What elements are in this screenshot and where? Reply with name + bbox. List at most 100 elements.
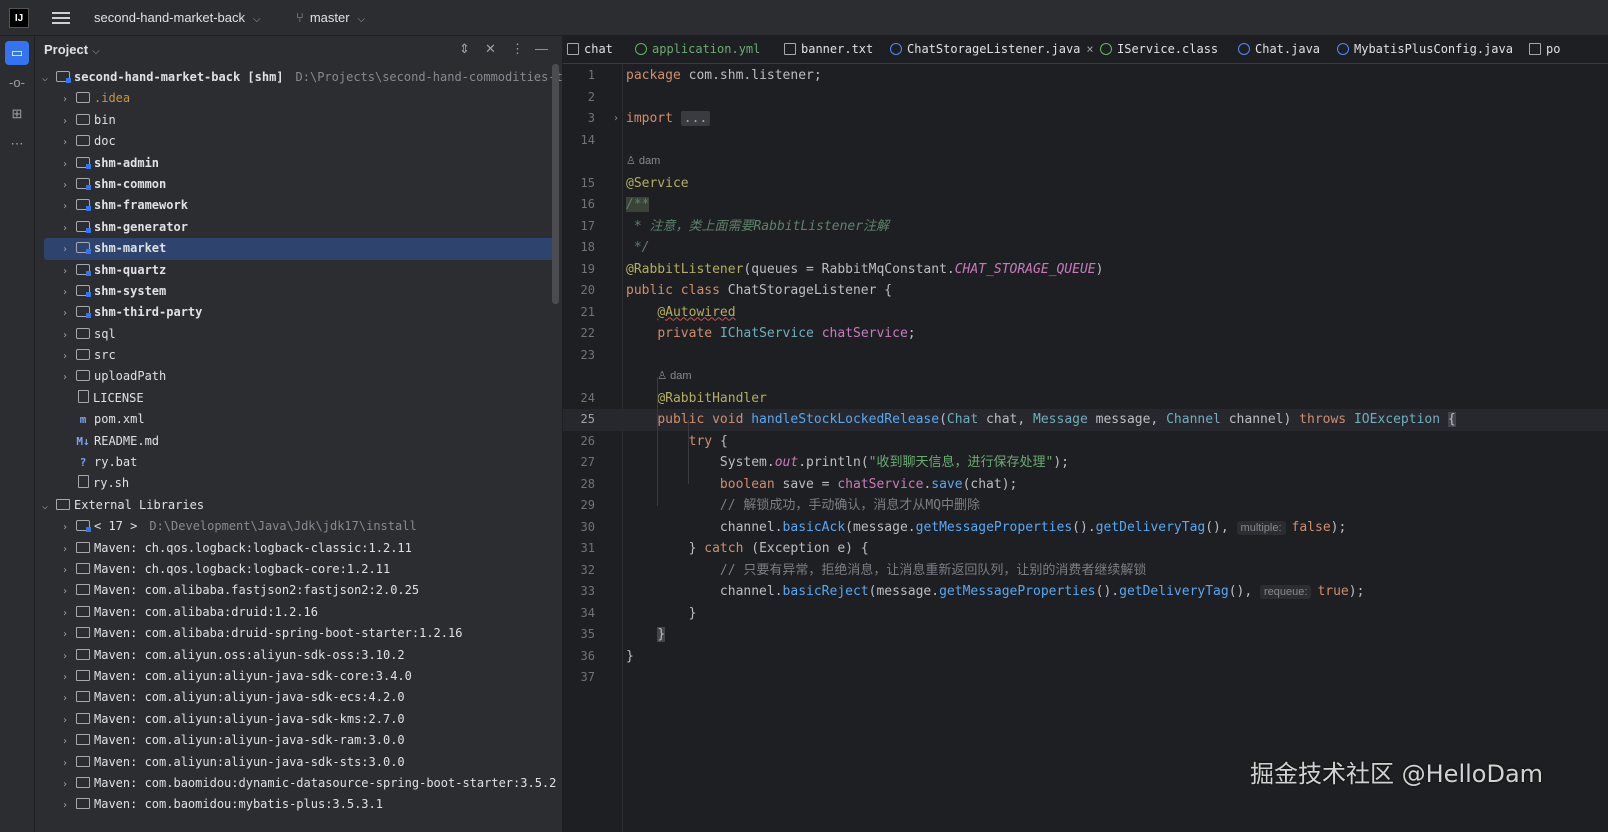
collapsed-chevron-icon[interactable]: › (58, 367, 72, 388)
tree-item-label: Maven: com.aliyun:aliyun-java-sdk-ecs:4.… (94, 690, 405, 705)
collapsed-chevron-icon[interactable]: › (58, 346, 72, 367)
editor-tab[interactable]: IService.class (1100, 36, 1218, 63)
collapsed-chevron-icon[interactable]: › (58, 581, 72, 602)
tree-item[interactable]: › Maven: com.baomidou:dynamic-datasource-… (35, 773, 556, 795)
close-tab-icon[interactable]: × (1086, 42, 1093, 56)
collapsed-chevron-icon[interactable]: › (58, 325, 72, 346)
expanded-chevron-icon[interactable]: ⌵ (38, 496, 52, 517)
tree-item[interactable]: › shm-market (44, 238, 555, 260)
editor-tab[interactable]: Chat.java (1238, 36, 1320, 63)
collapsed-chevron-icon[interactable]: › (58, 282, 72, 303)
expand-collapse-icon[interactable]: ⇕ (459, 41, 470, 57)
code-token: package (626, 68, 689, 83)
collapsed-chevron-icon[interactable]: › (58, 539, 72, 560)
tree-item[interactable]: › < 17 > D:\Development\Java\Jdk\jdk17\ins… (35, 516, 555, 537)
tree-item[interactable]: › Maven: ch.qos.logback:logback-core:1.2.… (35, 559, 555, 580)
editor-tab[interactable]: MybatisPlusConfig.java (1337, 36, 1513, 63)
editor-tab[interactable]: application.yml (635, 36, 760, 63)
editor-tab[interactable]: chat (567, 36, 613, 63)
collapsed-chevron-icon[interactable]: › (58, 624, 72, 645)
tree-item[interactable]: › Maven: com.aliyun:aliyun-java-sdk-ram:3… (35, 730, 555, 751)
project-view-selector[interactable]: Project ⌵ (44, 42, 100, 57)
structure-tool-icon[interactable]: ⊞ (5, 102, 29, 126)
code-token: public class (626, 283, 728, 298)
tree-item[interactable]: › Maven: com.alibaba.fastjson2:fastjson2:… (35, 580, 555, 601)
tree-item[interactable]: M↓ README.md (35, 431, 555, 452)
code-author-hint[interactable]: ♙ dam (657, 366, 691, 388)
collapse-all-icon[interactable]: ✕ (485, 41, 496, 57)
tree-item[interactable]: › Maven: ch.qos.logback:logback-classic:1… (35, 538, 555, 559)
tree-item[interactable]: LICENSE (35, 388, 555, 409)
more-tools-icon[interactable]: ⋯ (5, 132, 29, 156)
tree-item[interactable]: › Maven: com.aliyun.oss:aliyun-sdk-oss:3.… (35, 645, 555, 666)
code-token: (chat); (962, 476, 1018, 492)
tree-item[interactable]: › Maven: com.aliyun:aliyun-java-sdk-core:… (35, 666, 555, 687)
collapsed-chevron-icon[interactable]: › (58, 239, 72, 260)
tree-item[interactable]: › bin (35, 110, 555, 131)
tree-item[interactable]: › shm-system (35, 281, 555, 302)
collapsed-chevron-icon[interactable]: › (58, 218, 72, 239)
tree-item[interactable]: ⌵ External Libraries (35, 495, 555, 516)
project-name: second-hand-market-back (94, 10, 246, 25)
tree-item[interactable]: › sql (35, 324, 555, 345)
expanded-chevron-icon[interactable]: ⌵ (38, 68, 52, 89)
tree-item[interactable]: › src (35, 345, 555, 366)
tree-item[interactable]: › Maven: com.aliyun:aliyun-java-sdk-sts:3… (35, 752, 555, 773)
tree-item[interactable]: ? ry.bat (35, 452, 555, 473)
collapsed-chevron-icon[interactable]: › (58, 774, 72, 795)
collapsed-chevron-icon[interactable]: › (58, 196, 72, 217)
collapsed-chevron-icon[interactable]: › (58, 261, 72, 282)
tree-item[interactable]: › Maven: com.alibaba:druid:1.2.16 (35, 602, 555, 623)
collapsed-chevron-icon[interactable]: › (58, 795, 72, 816)
collapsed-chevron-icon[interactable]: › (58, 667, 72, 688)
editor-tab[interactable]: po (1529, 36, 1560, 63)
tree-item[interactable]: › uploadPath (35, 366, 555, 387)
tree-item[interactable]: › shm-quartz (35, 260, 555, 281)
collapsed-chevron-icon[interactable]: › (58, 154, 72, 175)
collapsed-chevron-icon[interactable]: › (58, 710, 72, 731)
tree-item[interactable]: › shm-framework (35, 195, 555, 216)
commit-tool-icon[interactable]: -o- (5, 71, 29, 95)
collapsed-chevron-icon[interactable]: › (58, 688, 72, 709)
hide-panel-icon[interactable]: — (535, 41, 548, 56)
collapsed-chevron-icon[interactable]: › (58, 132, 72, 153)
collapsed-chevron-icon[interactable]: › (58, 603, 72, 624)
tree-item[interactable]: › shm-admin (35, 153, 555, 174)
tree-item[interactable]: › Maven: com.aliyun:aliyun-java-sdk-ecs:4… (35, 687, 555, 708)
branch-switcher[interactable]: ⑂ master ⌵ (296, 10, 365, 25)
editor-tab[interactable]: ChatStorageListener.java × (890, 36, 1094, 63)
collapsed-chevron-icon[interactable]: › (58, 646, 72, 667)
collapsed-chevron-icon[interactable]: › (58, 89, 72, 110)
tree-item[interactable]: › Maven: com.baomidou:mybatis-plus:3.5.3.… (35, 794, 555, 815)
tree-item[interactable]: › .idea (35, 88, 555, 109)
tree-item[interactable]: › shm-generator (35, 217, 555, 238)
tree-item[interactable]: › Maven: com.aliyun:aliyun-java-sdk-kms:2… (35, 709, 555, 730)
code-text: @Autowired (626, 302, 735, 324)
code-author-hint[interactable]: ♙ dam (626, 151, 660, 173)
collapsed-chevron-icon[interactable]: › (58, 175, 72, 196)
tree-item[interactable]: › shm-third-party (35, 302, 555, 323)
editor-tab[interactable]: banner.txt (784, 36, 873, 63)
collapsed-chevron-icon[interactable]: › (58, 731, 72, 752)
tree-item[interactable]: › Maven: com.alibaba:druid-spring-boot-st… (35, 623, 555, 644)
tree-item[interactable]: › shm-common (35, 174, 555, 195)
code-editor[interactable]: 1 package com.shm.listener; 2 3 › import ... 1… (563, 64, 1608, 832)
hamburger-menu-icon[interactable] (52, 9, 70, 27)
collapsed-chevron-icon[interactable]: › (58, 560, 72, 581)
collapsed-chevron-icon[interactable]: › (58, 517, 72, 538)
collapsed-chevron-icon[interactable]: › (58, 303, 72, 324)
interface-file-icon (1100, 43, 1112, 55)
project-switcher[interactable]: second-hand-market-back ⌵ (94, 10, 261, 25)
collapsed-chevron-icon[interactable]: › (58, 753, 72, 774)
project-tool-icon[interactable]: ▭ (5, 41, 29, 65)
tree-item[interactable]: ⌵ second-hand-market-back [shm] D:\Project… (35, 67, 562, 89)
options-menu-icon[interactable]: ⋮ (511, 41, 524, 57)
project-tree-scrollbar[interactable] (552, 64, 559, 304)
tree-item[interactable]: m pom.xml (35, 409, 555, 430)
tree-item[interactable]: › doc (35, 131, 555, 152)
fold-toggle-icon[interactable]: › (613, 108, 619, 130)
collapsed-chevron-icon[interactable]: › (58, 111, 72, 132)
intellij-logo-icon[interactable]: IJ (9, 8, 29, 28)
tree-item[interactable]: ry.sh (35, 473, 555, 494)
